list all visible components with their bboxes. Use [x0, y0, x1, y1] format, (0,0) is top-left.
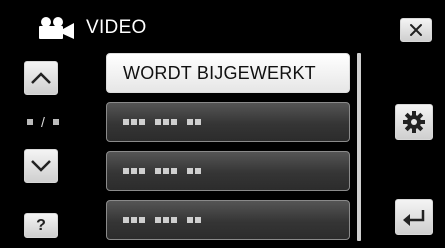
page-title: VIDEO: [86, 17, 147, 38]
return-button[interactable]: [395, 199, 433, 235]
scroll-up-button[interactable]: [24, 61, 58, 95]
page-indicator: /: [27, 115, 59, 129]
menu-item[interactable]: [106, 102, 350, 142]
header: VIDEO: [36, 12, 147, 44]
settings-button[interactable]: [395, 104, 433, 140]
help-icon: ?: [36, 216, 46, 234]
help-button[interactable]: ?: [24, 213, 58, 238]
menu-item-label: WORDT BIJGEWERKT: [123, 62, 316, 83]
menu-item[interactable]: [106, 151, 350, 191]
menu-item-updating[interactable]: WORDT BIJGEWERKT: [106, 53, 350, 93]
placeholder-dots: [123, 217, 211, 223]
page-current-mark: [27, 119, 33, 125]
placeholder-dots: [123, 168, 211, 174]
return-icon: [403, 210, 425, 226]
gear-icon: [403, 111, 425, 133]
chevron-down-icon: [31, 160, 51, 172]
scrollbar[interactable]: [357, 53, 361, 241]
menu-item[interactable]: [106, 200, 350, 240]
page-total-mark: [52, 119, 59, 125]
video-menu-screen: VIDEO / ? WORDT BIJGEWERKT: [0, 0, 445, 248]
video-camera-icon: [39, 17, 74, 39]
chevron-up-icon: [31, 72, 51, 84]
placeholder-dots: [123, 119, 211, 125]
scroll-down-button[interactable]: [24, 149, 58, 183]
close-button[interactable]: [400, 18, 432, 42]
page-separator: /: [41, 114, 45, 130]
close-icon: [410, 24, 422, 36]
